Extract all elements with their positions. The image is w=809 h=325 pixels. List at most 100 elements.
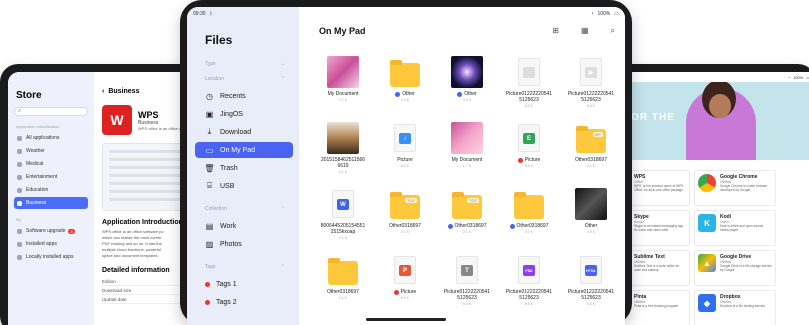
files-main: On My Pad ⊞ ▦ ⌕ My Document 1.7 K Other 4.9… xyxy=(299,7,625,325)
file-item[interactable]: P Picture 8.5 K xyxy=(377,253,433,311)
files-title: Files xyxy=(205,33,233,47)
red-tag-dot xyxy=(205,299,210,305)
file-item[interactable]: My Document 1.7 K xyxy=(315,55,371,113)
file-name-line-2: 2515kxoap xyxy=(330,229,356,235)
sidebar-item-jingos[interactable]: ▣ JingOS xyxy=(195,106,293,122)
file-size: 8.5 K xyxy=(400,296,410,300)
file-item[interactable]: ZIP Other0318697 2.1 K xyxy=(563,121,619,179)
file-item[interactable]: Other0318697 2.1 K xyxy=(315,253,371,311)
store-item-entertainment[interactable]: Entertainment xyxy=(14,171,88,183)
file-name: Other xyxy=(395,91,415,97)
file-item[interactable]: Other 4.9 K xyxy=(563,187,619,245)
file-name: Other0318697 xyxy=(509,223,548,229)
file-size: 8.5 K xyxy=(462,302,472,306)
wps-logo: W xyxy=(102,105,132,135)
sidebar-item-trash[interactable]: 🗑 Trash xyxy=(195,160,293,176)
file-thumbnail xyxy=(450,121,484,155)
folder-icon xyxy=(328,258,358,285)
file-size: 1.7 K xyxy=(462,164,472,168)
promo-banner[interactable]: R FOR THE xyxy=(604,82,809,160)
file-name: Picture xyxy=(397,157,413,163)
app-store-screen: ◔ 100% ▭ R FOR THE WWPSOfficeWPS, is the… xyxy=(604,72,809,325)
store-item-education[interactable]: Education xyxy=(14,184,88,196)
tablet-icon: ▭ xyxy=(205,145,214,155)
app-card-drive[interactable]: ▲ Google Drive Utilities Google Drive is a … xyxy=(694,250,776,286)
collection-section[interactable]: Collection ⌃ xyxy=(205,206,285,212)
sidebar-item-photos[interactable]: ▨ Photos xyxy=(195,236,293,252)
center-tablet: 09:30 ᛒ ◔ 100% ▭ Files Type ⌄ Location ⌃ ◷… xyxy=(180,0,632,325)
file-name: Picture xyxy=(517,157,540,163)
file-item[interactable]: ♪ Picture 8.5 K xyxy=(377,121,433,179)
file-item[interactable]: HTML Picture01222220541 5125623 8.5 K xyxy=(563,253,619,311)
store-item-upgrade[interactable]: Software upgrade 8 xyxy=(14,225,88,237)
file-name: My Document xyxy=(451,157,483,163)
file-size: 2.1 K xyxy=(338,170,348,174)
image-thumbnail xyxy=(451,56,483,88)
file-item[interactable]: My Document 1.7 K xyxy=(439,121,495,179)
upgrade-badge: 8 xyxy=(68,228,75,234)
image-thumbnail xyxy=(327,56,359,88)
battery-icon: ▭ xyxy=(614,10,619,17)
sidebar-item-download[interactable]: ⤓ Download xyxy=(195,124,293,140)
file-size: 4.9 K xyxy=(462,98,472,102)
medical-icon xyxy=(17,161,22,167)
document-icon: ♪ xyxy=(394,124,416,152)
category-header: Application classification xyxy=(16,124,60,129)
sidebar-item-tag-1[interactable]: Tags 1 xyxy=(195,276,293,292)
chevron-up-icon: ⌃ xyxy=(280,76,285,82)
chevron-up-icon: ⌃ xyxy=(280,264,285,270)
folder-icon xyxy=(390,60,420,87)
file-item[interactable]: Other 4.9 K xyxy=(439,55,495,113)
file-thumbnail: HTML xyxy=(574,253,608,287)
file-item[interactable]: T Picture01222220541 5125623 8.5 K xyxy=(439,253,495,311)
type-section[interactable]: Type ⌄ xyxy=(205,61,285,67)
file-item[interactable]: Picture01222220541 5125623 8.5 K xyxy=(501,55,557,113)
education-icon xyxy=(17,187,22,193)
file-item[interactable]: W 8006445205154551 2515kxoap 2.1 K xyxy=(315,187,371,245)
file-item[interactable]: TGZ Other0318697 2.1 K xyxy=(439,187,495,245)
file-item[interactable]: Other 4.9 K xyxy=(377,55,433,113)
location-section[interactable]: Location ⌃ xyxy=(205,76,285,82)
store-item-installed[interactable]: Installed apps xyxy=(14,238,88,250)
folder-icon: TGZ xyxy=(390,192,420,219)
grid-view-icon[interactable]: ▦ xyxy=(581,26,589,36)
store-item-business[interactable]: Business xyxy=(14,197,88,209)
search-icon[interactable]: ⌕ xyxy=(611,26,615,36)
file-item[interactable]: Other0318697 2.1 K xyxy=(501,187,557,245)
file-item[interactable]: PSD Picture01222220541 5125623 8.5 K xyxy=(501,253,557,311)
search-icon: ⌕ xyxy=(18,108,22,114)
file-size: 2.1 K xyxy=(338,296,348,300)
app-card-dropbox[interactable]: ◆ Dropbox Utilities Dropbox is a file hosti… xyxy=(694,290,776,325)
new-folder-icon[interactable]: ⊞ xyxy=(552,26,559,36)
app-card-chrome[interactable]: Google Chrome Utilities Google Chrome is a… xyxy=(694,170,776,206)
status-time: 09:30 xyxy=(193,10,206,17)
file-item[interactable]: 2015158462511566 6619 2.1 K xyxy=(315,121,371,179)
store-search-input[interactable]: ⌕ xyxy=(14,107,88,116)
file-size: 2.1 K xyxy=(400,230,410,234)
home-indicator[interactable] xyxy=(366,318,446,321)
tags-section[interactable]: Tags ⌃ xyxy=(205,264,285,270)
file-size: 2.1 K xyxy=(462,230,472,234)
sidebar-item-recents[interactable]: ◷ Recents xyxy=(195,88,293,104)
store-item-all[interactable]: All applications xyxy=(14,132,88,144)
sidebar-item-on-my-pad[interactable]: ▭ On My Pad xyxy=(195,142,293,158)
store-item-weather[interactable]: Weather xyxy=(14,145,88,157)
store-item-medical[interactable]: Medical xyxy=(14,158,88,170)
app-card-kodi[interactable]: K Kodi Video Kodi is a free and open source… xyxy=(694,210,776,246)
document-icon xyxy=(518,58,540,86)
file-size: 8.5 K xyxy=(524,164,534,168)
document-icon: ▶ xyxy=(580,58,602,86)
file-item[interactable]: TGZ Other0318697 2.1 K xyxy=(377,187,433,245)
file-item[interactable]: ▶ Picture01222220541 5125623 8.5 K xyxy=(563,55,619,113)
file-thumbnail xyxy=(512,187,546,221)
jingos-icon: ▣ xyxy=(205,109,214,119)
store-item-local[interactable]: Locally installed apps xyxy=(14,251,88,263)
tgz-label: TGZ xyxy=(405,198,417,203)
sidebar-item-tag-2[interactable]: Tags 2 xyxy=(195,294,293,310)
file-size: 4.9 K xyxy=(400,98,410,102)
file-item[interactable]: E Picture 8.5 K xyxy=(501,121,557,179)
sidebar-item-work[interactable]: ▤ Work xyxy=(195,218,293,234)
file-size: 2.1 K xyxy=(338,236,348,240)
tag-dot xyxy=(395,91,401,97)
sidebar-item-usb[interactable]: ⌸ USB xyxy=(195,178,293,194)
